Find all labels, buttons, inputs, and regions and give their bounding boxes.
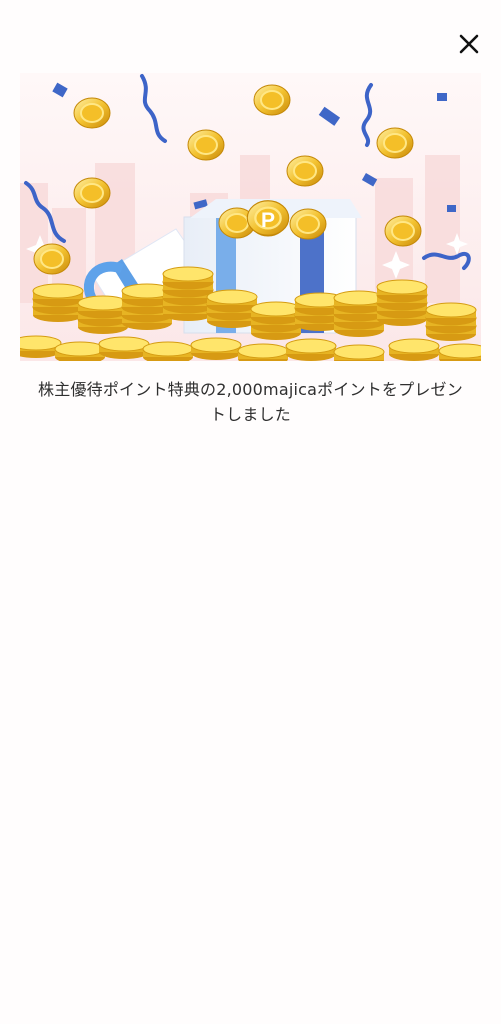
reward-message: 株主優待ポイント特典の2,000majicaポイントをプレゼントしました [38, 380, 463, 424]
reward-celebration-illustration: P [20, 73, 481, 361]
coin-point-mark: P [261, 209, 275, 232]
close-button[interactable] [452, 28, 486, 62]
close-icon [459, 34, 479, 54]
